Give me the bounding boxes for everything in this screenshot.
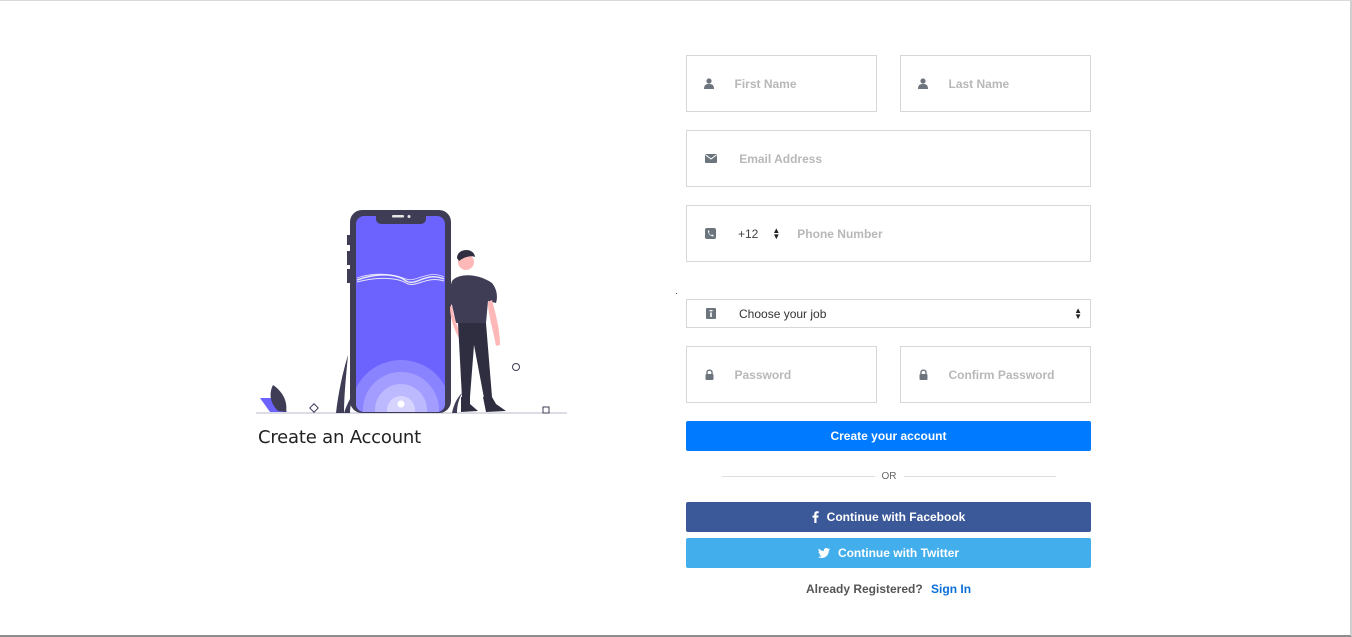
email-input[interactable] — [739, 151, 1090, 166]
facebook-icon — [812, 511, 819, 523]
or-divider: OR — [722, 469, 1056, 483]
password-input[interactable] — [734, 367, 876, 382]
facebook-button[interactable]: Continue with Facebook — [686, 502, 1091, 532]
divider-line — [722, 475, 875, 477]
user-icon — [704, 77, 715, 91]
signup-illustration — [256, 210, 567, 414]
user-icon — [918, 77, 929, 91]
page-title: Create an Account — [258, 427, 421, 448]
country-code-select[interactable]: +12 ▲ ▼ — [738, 225, 781, 241]
already-registered-text: Already Registered? — [805, 582, 923, 596]
facebook-button-label: Continue with Facebook — [826, 510, 966, 524]
phone-field[interactable]: +12 ▲ ▼ — [686, 205, 1091, 262]
page-frame — [0, 0, 1352, 637]
twitter-button[interactable]: Continue with Twitter — [686, 538, 1091, 568]
twitter-icon — [817, 548, 830, 558]
sort-icon: ▲ ▼ — [1074, 305, 1082, 321]
phone-input[interactable] — [797, 226, 1090, 241]
create-account-button[interactable]: Create your account — [686, 421, 1091, 451]
lock-icon — [918, 368, 928, 382]
sort-icon: ▲ ▼ — [772, 225, 781, 241]
first-name-input[interactable] — [734, 76, 876, 91]
last-name-field[interactable] — [900, 55, 1091, 112]
twitter-button-label: Continue with Twitter — [837, 546, 960, 560]
job-select-value: Choose your job — [739, 306, 827, 321]
signin-row: Already Registered? Sign In — [686, 582, 1091, 596]
envelope-icon — [705, 152, 718, 166]
confirm-password-field[interactable] — [900, 346, 1091, 403]
stray-dot — [676, 293, 677, 294]
lock-icon — [704, 368, 714, 382]
sign-in-link[interactable]: Sign In — [931, 582, 971, 596]
or-label: OR — [881, 470, 897, 482]
job-select[interactable]: Choose your job ▲ ▼ — [686, 299, 1091, 328]
last-name-input[interactable] — [948, 76, 1090, 91]
first-name-field[interactable] — [686, 55, 877, 112]
password-field[interactable] — [686, 346, 877, 403]
country-code-value: +12 — [738, 226, 759, 241]
confirm-password-input[interactable] — [948, 367, 1090, 382]
phone-icon — [705, 227, 716, 241]
email-field[interactable] — [686, 130, 1091, 187]
divider-line — [903, 475, 1056, 477]
id-badge-icon — [704, 307, 718, 321]
